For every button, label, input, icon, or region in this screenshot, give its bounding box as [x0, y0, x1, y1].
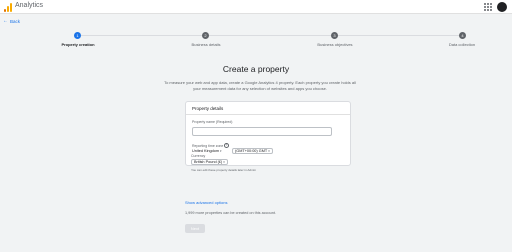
stepper-connector	[81, 35, 202, 36]
step-4-indicator: 4	[459, 32, 466, 39]
app-title: Analytics	[15, 2, 44, 9]
country-select[interactable]: United Kingdom ▾	[192, 149, 222, 153]
admin-note: You can edit these property details late…	[191, 168, 256, 172]
back-label: Back	[10, 18, 21, 24]
stepper-connector	[338, 35, 459, 36]
property-name-label: Property name (Required)	[192, 120, 233, 124]
step-2-label: Business details	[191, 42, 221, 47]
next-button[interactable]: Next	[185, 224, 205, 233]
timezone-select[interactable]: (GMT+00:00) GMT ▾	[232, 148, 273, 154]
step-3-label: Business objectives	[317, 42, 353, 47]
apps-grid-icon[interactable]	[484, 3, 492, 11]
intro-text: To measure your web and app data, create…	[164, 80, 356, 91]
step-3-indicator: 3	[331, 32, 338, 39]
help-icon[interactable]: ?	[224, 143, 229, 148]
step-1-indicator: 1	[74, 32, 81, 39]
step-4-label: Data collection	[448, 42, 476, 47]
step-2-indicator: 2	[202, 32, 209, 39]
analytics-logo-icon[interactable]	[4, 2, 12, 12]
property-name-input[interactable]	[192, 127, 332, 136]
reporting-time-zone-label: Reporting time zone	[192, 144, 224, 148]
currency-value: British Pound (£)	[194, 160, 223, 164]
caret-down-icon: ▾	[268, 149, 270, 153]
caret-down-icon: ▾	[220, 149, 222, 153]
page-title: Create a property	[222, 64, 290, 74]
property-details-card: Property details Property name (Required…	[185, 101, 351, 166]
card-title: Property details	[192, 106, 224, 111]
currency-select[interactable]: British Pound (£) ▾	[191, 159, 228, 165]
remaining-properties-text: 1,999 more properties can be created on …	[185, 211, 276, 215]
caret-down-icon: ▾	[223, 160, 225, 164]
divider	[186, 114, 350, 115]
arrow-left-icon: ←	[3, 18, 8, 24]
stepper-connector	[209, 35, 331, 36]
country-value: United Kingdom	[192, 149, 220, 153]
show-advanced-options-link[interactable]: Show advanced options	[185, 200, 227, 205]
avatar[interactable]	[497, 2, 507, 12]
top-bar: Analytics	[0, 0, 512, 14]
currency-label: Currency	[191, 154, 206, 158]
back-link[interactable]: ← Back	[3, 18, 20, 24]
timezone-value: (GMT+00:00) GMT	[235, 149, 268, 153]
step-1-label: Property creation	[61, 42, 95, 47]
